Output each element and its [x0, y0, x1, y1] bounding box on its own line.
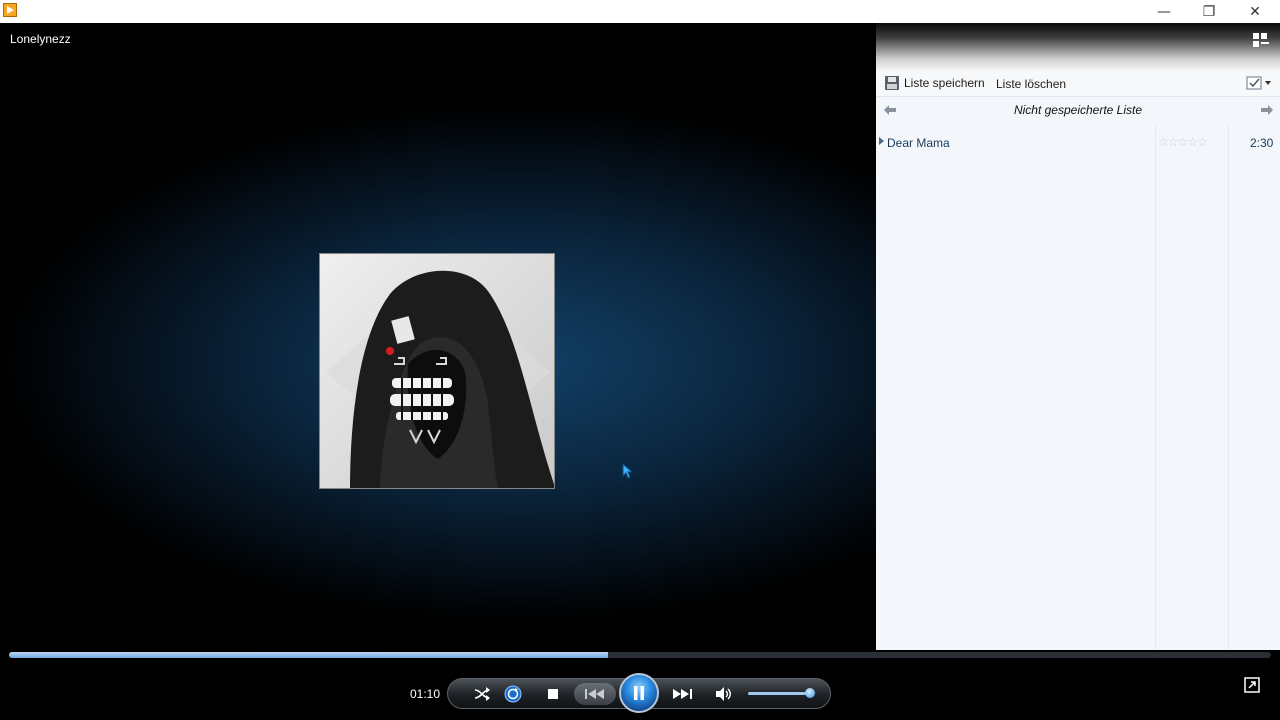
- close-button[interactable]: ✕: [1232, 0, 1278, 23]
- volume-slider-handle[interactable]: [805, 688, 815, 698]
- media-player-icon: [3, 3, 17, 17]
- save-list-label: Liste speichern: [904, 76, 985, 90]
- restore-button[interactable]: ❐: [1186, 0, 1232, 23]
- now-playing-title: Lonelynezz: [10, 32, 71, 46]
- seek-bar-progress: [9, 652, 609, 658]
- save-icon: [885, 76, 899, 90]
- playlist-panel: Liste speichern Liste löschen Nicht gesp…: [876, 23, 1280, 650]
- volume-icon[interactable]: [714, 684, 734, 704]
- video-area[interactable]: Lonelynezz: [0, 23, 876, 650]
- playlist-header: [876, 23, 1280, 71]
- next-icon[interactable]: [662, 683, 704, 705]
- save-list-button[interactable]: Liste speichern: [884, 75, 985, 91]
- forward-arrow-icon[interactable]: [1260, 103, 1274, 121]
- pause-icon: [634, 686, 644, 700]
- clear-list-button[interactable]: Liste löschen: [996, 77, 1066, 91]
- volume-level: [748, 692, 806, 695]
- stop-icon[interactable]: [543, 684, 563, 704]
- column-divider: [1228, 124, 1229, 650]
- elapsed-time: 01:10: [410, 687, 441, 701]
- playlist-nav: Nicht gespeicherte Liste: [876, 97, 1280, 123]
- playlist-name: Nicht gespeicherte Liste: [1013, 103, 1143, 117]
- previous-icon[interactable]: [574, 683, 616, 705]
- title-bar: — ❐ ✕: [0, 0, 1280, 24]
- volume-slider[interactable]: [748, 692, 812, 695]
- pause-button[interactable]: [619, 673, 659, 713]
- playlist-item-title: Dear Mama: [887, 136, 950, 150]
- seek-bar[interactable]: [9, 652, 1271, 658]
- playlist-toolbar: Liste speichern Liste löschen: [876, 71, 1280, 97]
- mouse-cursor-icon: [622, 462, 634, 483]
- playlist-item-duration: 2:30: [1250, 136, 1274, 150]
- playlist-item[interactable]: Dear Mama ☆☆☆☆☆ 2:30: [876, 132, 1280, 154]
- repeat-icon[interactable]: [503, 684, 523, 704]
- fullscreen-icon[interactable]: [1244, 677, 1260, 697]
- list-options-icon[interactable]: [1246, 76, 1272, 93]
- column-divider: [1155, 124, 1156, 650]
- shuffle-icon[interactable]: [472, 684, 492, 704]
- rating-stars[interactable]: ☆☆☆☆☆: [1158, 135, 1208, 149]
- current-track-marker-icon: [879, 137, 884, 145]
- switch-layout-icon[interactable]: [1252, 32, 1270, 52]
- minimize-button[interactable]: —: [1141, 0, 1187, 23]
- album-art: [319, 253, 555, 489]
